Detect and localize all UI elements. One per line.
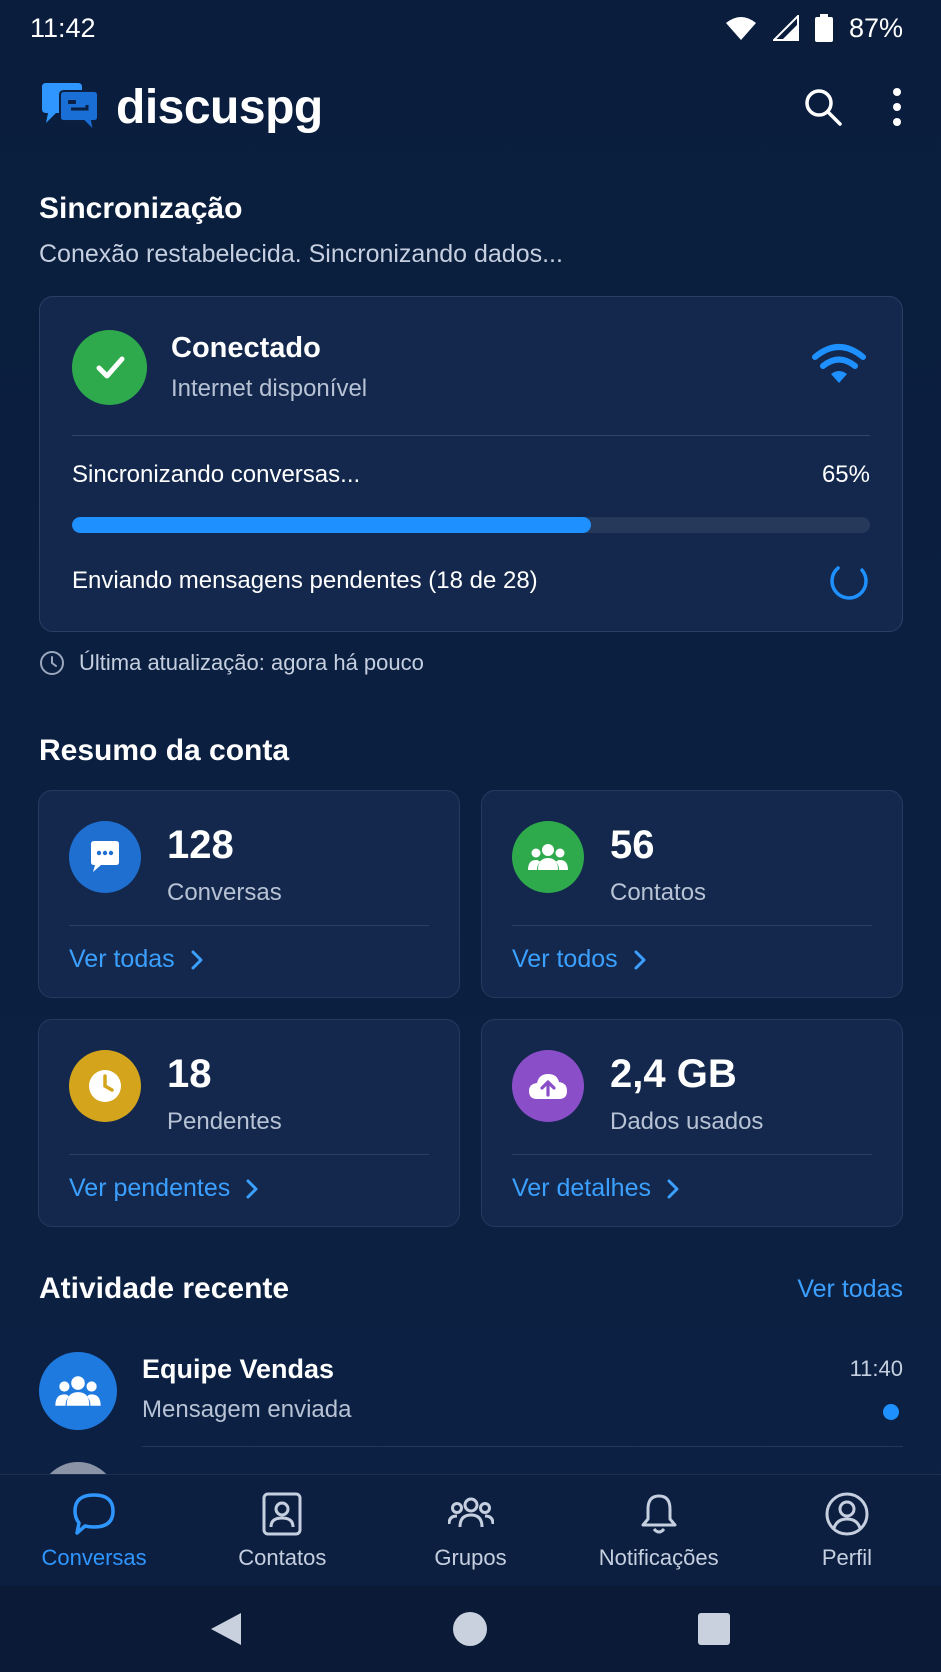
- stat-divider: [69, 925, 429, 926]
- stat-label: Dados usados: [610, 1108, 764, 1135]
- stat-link-label: Ver todas: [69, 945, 175, 973]
- more-options-icon[interactable]: [891, 87, 903, 127]
- cloud-upload-icon: [512, 1050, 584, 1122]
- chevron-right-icon: [634, 950, 646, 969]
- connection-text: Conectado Internet disponível: [171, 332, 367, 403]
- clock-outline-icon: [40, 651, 64, 675]
- card-divider: [72, 435, 870, 436]
- nav-tab-contatos[interactable]: Contatos: [188, 1475, 376, 1586]
- sync-title: Sincronização: [39, 192, 243, 225]
- chevron-right-icon: [191, 950, 203, 969]
- stat-card-conversas: 128 Conversas Ver todas: [38, 790, 460, 998]
- contact-card-icon: [262, 1492, 302, 1536]
- stat-divider: [512, 925, 872, 926]
- unread-dot: [883, 1404, 899, 1420]
- bottom-nav: Conversas Contatos Grupos Notificações P…: [0, 1474, 941, 1586]
- pending-text: Enviando mensagens pendentes (18 de 28): [72, 567, 538, 594]
- stat-link-label: Ver pendentes: [69, 1174, 231, 1202]
- stat-divider: [69, 1154, 429, 1155]
- wifi-icon: [812, 344, 866, 383]
- recents-icon[interactable]: [697, 1612, 731, 1646]
- stat-value: 128: [167, 823, 234, 867]
- contacts-group-icon: [512, 821, 584, 893]
- stat-link-label: Ver todos: [512, 945, 618, 973]
- view-details-link[interactable]: Ver detalhes: [512, 1174, 679, 1203]
- groups-icon: [447, 1497, 494, 1528]
- clock-icon: [69, 1050, 141, 1122]
- sync-status-card: Conectado Internet disponível Sincroniza…: [39, 296, 903, 632]
- stat-label: Conversas: [167, 879, 282, 906]
- status-time: 11:42: [30, 12, 96, 43]
- activity-name: Equipe Vendas: [142, 1354, 335, 1384]
- nav-label: Grupos: [434, 1545, 507, 1570]
- search-icon[interactable]: [803, 87, 843, 127]
- system-nav-bar: [0, 1586, 941, 1672]
- view-all-contacts-link[interactable]: Ver todos: [512, 945, 646, 974]
- last-update: Última atualização: agora há pouco: [39, 650, 424, 676]
- sync-progress-bar: [72, 517, 870, 533]
- connection-subtitle: Internet disponível: [171, 374, 368, 402]
- stat-label: Contatos: [610, 879, 707, 906]
- view-all-activity-link[interactable]: Ver todas: [797, 1275, 903, 1304]
- nav-label: Perfil: [821, 1545, 872, 1570]
- group-avatar-icon: [39, 1352, 117, 1430]
- stat-value: 18: [167, 1052, 212, 1096]
- chevron-right-icon: [667, 1179, 679, 1198]
- progress-label: Sincronizando conversas...: [72, 461, 361, 488]
- app-header: discuspg: [38, 72, 903, 142]
- nav-label: Notificações: [598, 1545, 719, 1570]
- stat-card-pendentes: 18 Pendentes Ver pendentes: [38, 1019, 460, 1227]
- sync-section-header: Sincronização Conexão restabelecida. Sin…: [39, 192, 563, 269]
- view-all-conversations-link[interactable]: Ver todas: [69, 945, 203, 974]
- status-icons: 87%: [725, 13, 903, 44]
- connection-title: Conectado: [171, 331, 321, 364]
- stat-value: 56: [610, 823, 655, 867]
- activity-subtitle: Mensagem enviada: [142, 1396, 352, 1423]
- app-logo-icon: [42, 83, 99, 133]
- wifi-signal-icon: [725, 17, 756, 40]
- brand: discuspg: [38, 80, 323, 135]
- activity-divider: [142, 1446, 903, 1447]
- activity-title: Atividade recente: [39, 1272, 290, 1305]
- nav-tab-notificacoes[interactable]: Notificações: [565, 1475, 753, 1586]
- battery-icon: [814, 14, 833, 42]
- stat-value: 2,4 GB: [610, 1052, 737, 1096]
- nav-tab-grupos[interactable]: Grupos: [376, 1475, 564, 1586]
- stat-label: Pendentes: [167, 1108, 282, 1135]
- activity-header: Atividade recente Ver todas: [39, 1272, 903, 1306]
- activity-time: 11:40: [849, 1356, 903, 1381]
- profile-icon: [825, 1492, 869, 1536]
- chevron-right-icon: [246, 1179, 258, 1198]
- nav-label: Conversas: [41, 1545, 147, 1570]
- activity-item[interactable]: Equipe Vendas Mensagem enviada 11:40: [39, 1350, 903, 1446]
- loading-spinner-icon: [830, 562, 868, 600]
- chat-icon: [69, 821, 141, 893]
- header-actions: [803, 87, 903, 127]
- home-icon[interactable]: [452, 1611, 488, 1647]
- stat-divider: [512, 1154, 872, 1155]
- last-update-text: Última atualização: agora há pouco: [79, 650, 424, 675]
- nav-tab-conversas[interactable]: Conversas: [0, 1475, 188, 1586]
- nav-label: Contatos: [238, 1545, 327, 1570]
- view-pending-link[interactable]: Ver pendentes: [69, 1174, 258, 1203]
- stat-card-dados: 2,4 GB Dados usados Ver detalhes: [481, 1019, 903, 1227]
- connection-row: Conectado Internet disponível: [72, 329, 870, 405]
- progress-label-row: Sincronizando conversas... 65%: [72, 461, 870, 489]
- stat-link-label: Ver detalhes: [512, 1174, 651, 1202]
- battery-percent: 87%: [848, 12, 903, 43]
- stat-card-contatos: 56 Contatos Ver todos: [481, 790, 903, 998]
- bell-icon: [641, 1494, 677, 1534]
- app-name: discuspg: [116, 80, 323, 134]
- check-icon: [72, 329, 147, 405]
- back-icon[interactable]: [209, 1611, 243, 1647]
- progress-percent: 65%: [821, 461, 870, 488]
- chat-bubble-icon: [73, 1493, 115, 1535]
- sync-subtitle: Conexão restabelecida. Sincronizando dad…: [39, 240, 563, 268]
- summary-title: Resumo da conta: [39, 734, 290, 767]
- cell-signal-icon: [772, 15, 799, 41]
- pending-row: Enviando mensagens pendentes (18 de 28): [72, 559, 870, 603]
- nav-tab-perfil[interactable]: Perfil: [753, 1475, 941, 1586]
- sync-progress-fill: [72, 517, 591, 533]
- status-bar: 11:42 87%: [0, 0, 941, 56]
